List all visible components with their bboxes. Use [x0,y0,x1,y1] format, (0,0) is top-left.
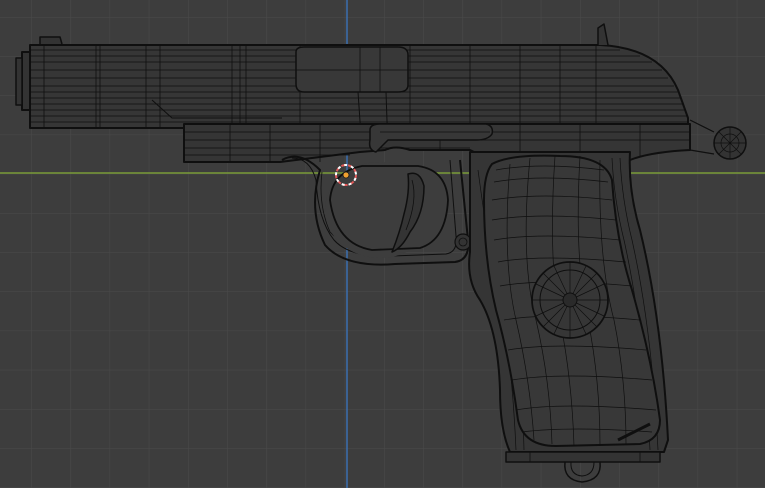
3d-viewport[interactable] [0,0,765,488]
object-origin-icon [342,171,350,179]
viewport-canvas[interactable] [0,0,765,488]
